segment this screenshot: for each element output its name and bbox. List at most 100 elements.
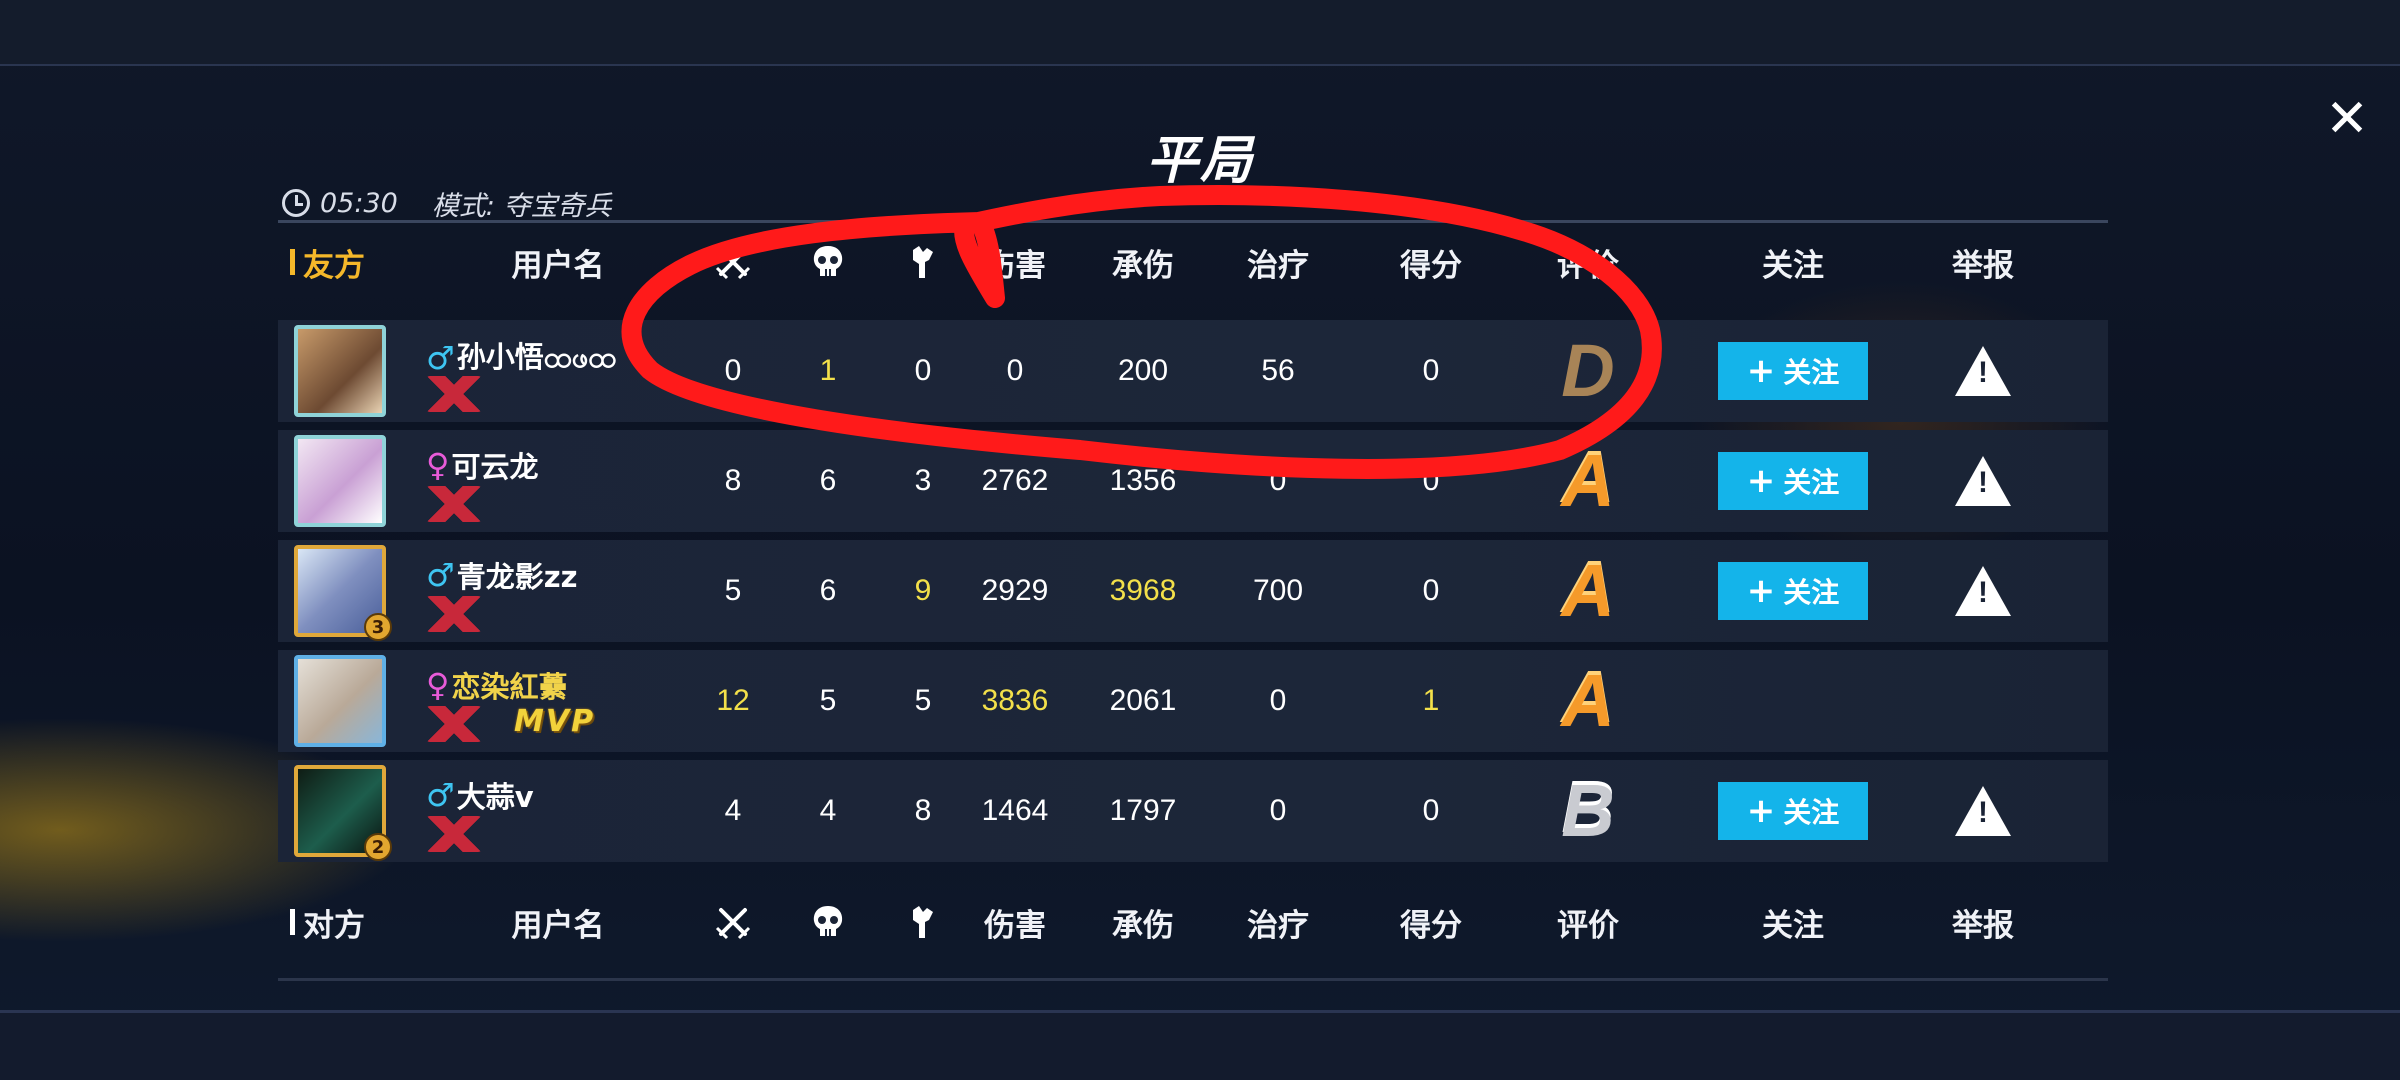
match-result-title: 平局 [1145, 131, 1254, 191]
col-damage: 伤害 [984, 247, 1046, 284]
col-report: 举报 [1952, 247, 2014, 284]
healing: 0 [1269, 794, 1287, 827]
female-icon: ♀ [426, 446, 450, 484]
table-row: 3 ♂ 青龙影zz 5 6 9 2929 3968 700 0 A + 关注 ! [278, 540, 2108, 642]
clock-icon [282, 189, 310, 217]
col-score: 得分 [1400, 247, 1462, 284]
rating: D [1561, 329, 1615, 412]
username: ♂ 青龙影zz [426, 556, 578, 594]
avatar[interactable]: 3 [294, 545, 392, 641]
follow-button-cell: + 关注 [1698, 320, 1888, 422]
plus-icon: + [1746, 571, 1776, 611]
ally-table-header: 友方 用户名 伤害 承伤 治疗 得分 评价 关注 举报 [278, 224, 2108, 300]
damage: 1464 [981, 794, 1049, 827]
report-button-cell: ! [1928, 320, 2038, 422]
score: 0 [1422, 574, 1440, 607]
match-time: 05:30 [320, 187, 398, 219]
follow-button[interactable]: + 关注 [1718, 562, 1868, 620]
report-button-cell: ! [1928, 540, 2038, 642]
damage-taken: 200 [1117, 354, 1169, 387]
follow-button[interactable]: + 关注 [1718, 452, 1868, 510]
healing: 56 [1261, 354, 1295, 387]
rating: B [1561, 769, 1615, 852]
avatar[interactable] [294, 655, 386, 747]
col-rating: 评价 [1557, 907, 1619, 944]
avatar[interactable] [294, 435, 386, 527]
damage-taken: 1797 [1109, 794, 1177, 827]
plus-icon: + [1746, 461, 1776, 501]
top-bar [0, 0, 2400, 66]
avatar[interactable] [294, 325, 386, 417]
female-icon: ♀ [426, 666, 450, 704]
report-button-cell: ! [1928, 430, 2038, 532]
rating: A [1561, 659, 1615, 742]
damage-taken: 1356 [1109, 464, 1177, 497]
male-icon: ♂ [426, 776, 455, 814]
plus-icon: + [1746, 351, 1776, 391]
male-icon: ♂ [426, 339, 455, 377]
rank-icon [426, 816, 482, 852]
deaths: 6 [819, 464, 837, 497]
close-button[interactable]: ✕ [2322, 93, 2372, 145]
col-username: 用户名 [511, 907, 605, 944]
plus-icon: + [1746, 791, 1776, 831]
col-follow: 关注 [1762, 247, 1824, 284]
rank-icon [426, 486, 482, 522]
follow-button-cell: + 关注 [1698, 540, 1888, 642]
damage: 3836 [981, 684, 1049, 717]
rank-icon [426, 706, 482, 742]
avatar[interactable]: 2 [294, 765, 392, 861]
rank-icon [426, 596, 482, 632]
username: ♂ 孙小悟ထဖထ [426, 339, 617, 377]
warning-icon[interactable]: ! [1955, 346, 2011, 396]
divider [278, 220, 2108, 223]
col-damage-taken: 承伤 [1112, 907, 1174, 944]
crossed-swords-icon [678, 884, 788, 960]
follow-button-cell: + 关注 [1698, 430, 1888, 532]
enemy-table-header: 对方 用户名 伤害 承伤 治疗 得分 评价 关注 举报 [278, 884, 2108, 960]
damage: 0 [1006, 354, 1024, 387]
col-healing: 治疗 [1247, 247, 1309, 284]
damage-taken: 3968 [1109, 574, 1177, 607]
col-report: 举报 [1952, 907, 2014, 944]
score: 0 [1422, 794, 1440, 827]
follow-button[interactable]: + 关注 [1718, 782, 1868, 840]
kills: 8 [724, 464, 742, 497]
warning-icon[interactable]: ! [1955, 566, 2011, 616]
ally-team-label: 友方 [290, 224, 365, 300]
healing: 700 [1252, 574, 1304, 607]
male-icon: ♂ [426, 556, 455, 594]
table-row: ♀ 可云龙 8 6 3 2762 1356 0 0 A + 关注 ! [278, 430, 2108, 532]
crossed-swords-icon [678, 224, 788, 300]
follow-button[interactable]: + 关注 [1718, 342, 1868, 400]
warning-icon[interactable]: ! [1955, 786, 2011, 836]
warning-icon[interactable]: ! [1955, 456, 2011, 506]
level-badge: 2 [364, 833, 392, 861]
col-damage-taken: 承伤 [1112, 247, 1174, 284]
kills: 5 [724, 574, 742, 607]
col-healing: 治疗 [1247, 907, 1309, 944]
rating: A [1561, 549, 1615, 632]
damage-taken: 2061 [1109, 684, 1177, 717]
skull-icon [773, 224, 883, 300]
bottom-bar [0, 1010, 2400, 1080]
col-username: 用户名 [511, 247, 605, 284]
col-rating: 评价 [1557, 247, 1619, 284]
match-mode: 模式: 夺宝奇兵 [431, 190, 612, 222]
rank-icon [426, 376, 482, 412]
score: 1 [1422, 684, 1440, 717]
follow-button-cell: + 关注 [1698, 760, 1888, 862]
healing: 0 [1269, 684, 1287, 717]
mvp-badge: MVP [514, 704, 596, 739]
col-follow: 关注 [1762, 907, 1824, 944]
table-row: ♀ 恋染紅虆 MVP 12 5 5 3836 2061 0 1 A [278, 650, 2108, 752]
score: 0 [1422, 354, 1440, 387]
level-badge: 3 [364, 613, 392, 641]
deaths: 4 [819, 794, 837, 827]
kills: 0 [724, 354, 742, 387]
damage: 2929 [981, 574, 1049, 607]
enemy-team-label: 对方 [290, 884, 365, 960]
score: 0 [1422, 464, 1440, 497]
healing: 0 [1269, 464, 1287, 497]
table-row: ♂ 孙小悟ထဖထ 0 1 0 0 200 56 0 D + 关注 ! [278, 320, 2108, 422]
